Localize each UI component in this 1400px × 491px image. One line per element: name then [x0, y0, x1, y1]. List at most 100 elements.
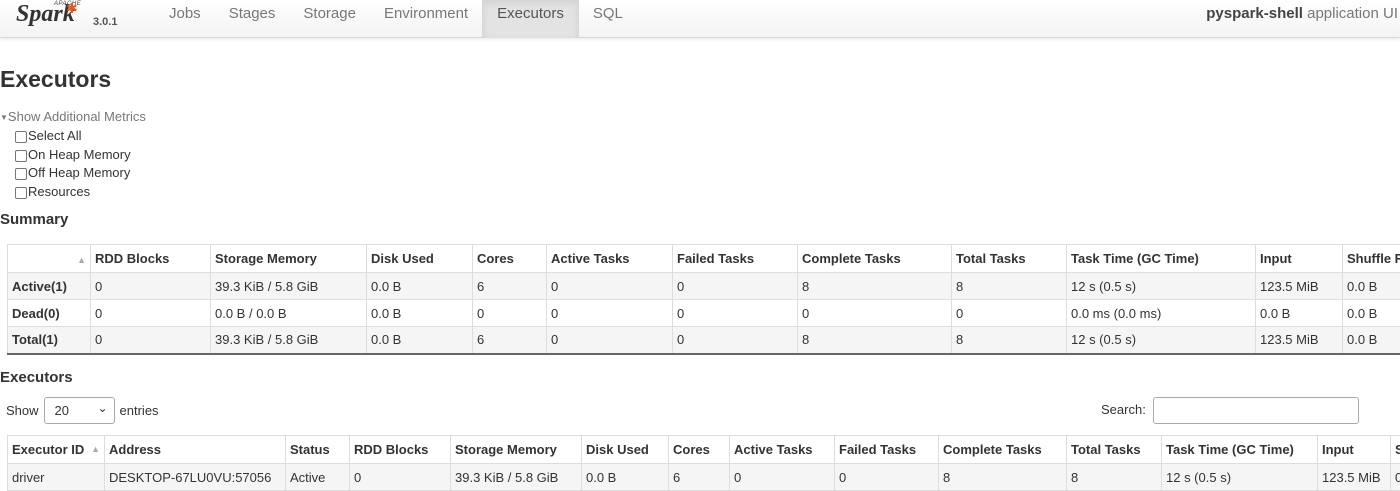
resources-checkbox[interactable]	[15, 187, 27, 199]
executors-section-title: Executors	[0, 369, 73, 386]
summary-header-disk-used[interactable]: Disk Used	[367, 245, 473, 273]
summary-header-label[interactable]: ▲	[8, 245, 91, 273]
table-cell: 8	[939, 464, 1067, 491]
table-cell: 12 s (0.5 s)	[1162, 464, 1318, 491]
executors-header-storage-memory[interactable]: Storage Memory	[451, 436, 582, 464]
search-input[interactable]	[1153, 397, 1359, 424]
table-cell: 0.0 B	[1343, 273, 1400, 300]
show-additional-metrics-toggle[interactable]: ▼Show Additional Metrics	[0, 109, 146, 124]
executors-header-executor-id[interactable]: ▲Executor ID	[8, 436, 105, 464]
off-heap-memory-option[interactable]: Off Heap Memory	[15, 165, 130, 180]
table-cell: Total(1)	[8, 327, 91, 354]
spark-version: 3.0.1	[93, 16, 117, 28]
on-heap-memory-option[interactable]: On Heap Memory	[15, 147, 131, 162]
table-cell: 0.0 B	[1256, 300, 1343, 327]
table-cell: 0.0 B	[1343, 327, 1400, 354]
table-cell: 0.0 B	[367, 300, 473, 327]
table-cell: 0	[952, 300, 1067, 327]
summary-header-complete-tasks[interactable]: Complete Tasks	[798, 245, 952, 273]
executors-header-input[interactable]: Input	[1318, 436, 1391, 464]
spark-logo[interactable]: Spark APACHE ✱ 3.0.1	[14, 0, 124, 36]
executors-header-failed-tasks[interactable]: Failed Tasks	[835, 436, 939, 464]
tab-sql[interactable]: SQL	[579, 0, 637, 38]
table-cell: 0	[547, 273, 673, 300]
summary-header-task-time[interactable]: Task Time (GC Time)	[1067, 245, 1256, 273]
table-cell: 6	[669, 464, 730, 491]
executors-header-task-time[interactable]: Task Time (GC Time)	[1162, 436, 1318, 464]
table-cell: Active(1)	[8, 273, 91, 300]
entries-per-page-select[interactable]: 20 ⌄	[44, 397, 115, 424]
table-cell: 12 s (0.5 s)	[1067, 327, 1256, 354]
summary-header-active-tasks[interactable]: Active Tasks	[547, 245, 673, 273]
tab-stages[interactable]: Stages	[215, 0, 290, 38]
table-cell: 0	[547, 300, 673, 327]
sort-asc-icon: ▲	[91, 444, 100, 454]
table-cell: 6	[473, 273, 547, 300]
table-cell: DESKTOP-67LU0VU:57056	[105, 464, 286, 491]
table-cell: 0	[91, 300, 211, 327]
tab-executors[interactable]: Executors	[482, 0, 579, 38]
summary-header-input[interactable]: Input	[1256, 245, 1343, 273]
table-cell: 12 s (0.5 s)	[1067, 273, 1256, 300]
tab-jobs[interactable]: Jobs	[155, 0, 215, 38]
chevron-down-icon: ⌄	[97, 401, 107, 415]
table-cell: 0.0 B	[367, 273, 473, 300]
table-cell: 0	[835, 464, 939, 491]
sort-asc-icon: ▲	[77, 255, 86, 265]
summary-table: ▲ RDD Blocks Storage Memory Disk Used Co…	[7, 244, 1400, 355]
table-cell: 0.0 B	[582, 464, 669, 491]
summary-header-cores[interactable]: Cores	[473, 245, 547, 273]
table-cell: 39.3 KiB / 5.8 GiB	[211, 327, 367, 354]
executors-header-cores[interactable]: Cores	[669, 436, 730, 464]
table-cell: 0	[350, 464, 451, 491]
table-cell: 123.5 MiB	[1318, 464, 1391, 491]
tab-environment[interactable]: Environment	[370, 0, 482, 38]
table-cell: 8	[952, 273, 1067, 300]
app-suffix: application UI	[1307, 5, 1398, 22]
executors-header-complete-tasks[interactable]: Complete Tasks	[939, 436, 1067, 464]
select-all-checkbox[interactable]	[15, 131, 27, 143]
summary-header-rdd-blocks[interactable]: RDD Blocks	[91, 245, 211, 273]
table-cell: 0.0 B	[367, 327, 473, 354]
executors-table: ▲Executor ID Address Status RDD Blocks S…	[7, 435, 1400, 491]
table-cell: 0	[547, 327, 673, 354]
table-cell: 0	[730, 464, 835, 491]
select-all-option[interactable]: Select All	[15, 128, 81, 143]
tab-storage[interactable]: Storage	[289, 0, 370, 38]
executors-header-active-tasks[interactable]: Active Tasks	[730, 436, 835, 464]
table-cell: Active	[286, 464, 350, 491]
summary-row-total: Total(1) 0 39.3 KiB / 5.8 GiB 0.0 B 6 0 …	[8, 327, 1400, 354]
executors-header-disk-used[interactable]: Disk Used	[582, 436, 669, 464]
table-cell: 39.3 KiB / 5.8 GiB	[211, 273, 367, 300]
table-cell: 0	[798, 300, 952, 327]
executors-header-total-tasks[interactable]: Total Tasks	[1067, 436, 1162, 464]
summary-header-storage-memory[interactable]: Storage Memory	[211, 245, 367, 273]
resources-label: Resources	[28, 184, 90, 199]
resources-option[interactable]: Resources	[15, 184, 90, 199]
table-cell: 0	[673, 300, 798, 327]
executors-header-status[interactable]: Status	[286, 436, 350, 464]
executors-header-rdd-blocks[interactable]: RDD Blocks	[350, 436, 451, 464]
table-cell: Dead(0)	[8, 300, 91, 327]
table-cell: 6	[473, 327, 547, 354]
executors-header-shuffle[interactable]: S	[1391, 436, 1400, 464]
table-cell: 8	[952, 327, 1067, 354]
table-cell: 0	[91, 327, 211, 354]
summary-header-total-tasks[interactable]: Total Tasks	[952, 245, 1067, 273]
on-heap-memory-checkbox[interactable]	[15, 150, 27, 162]
summary-header-shuffle-read[interactable]: Shuffle R	[1343, 245, 1400, 273]
search-label: Search:	[1101, 402, 1146, 417]
off-heap-memory-checkbox[interactable]	[15, 168, 27, 180]
table-cell: 123.5 MiB	[1256, 273, 1343, 300]
table-cell: 39.3 KiB / 5.8 GiB	[451, 464, 582, 491]
summary-title: Summary	[0, 211, 68, 228]
executors-header-address[interactable]: Address	[105, 436, 286, 464]
summary-header-row: ▲ RDD Blocks Storage Memory Disk Used Co…	[8, 245, 1400, 273]
summary-row-dead: Dead(0) 0 0.0 B / 0.0 B 0.0 B 0 0 0 0 0 …	[8, 300, 1400, 327]
spark-star-icon: ✱	[66, 0, 78, 17]
summary-header-failed-tasks[interactable]: Failed Tasks	[673, 245, 798, 273]
table-row: driver DESKTOP-67LU0VU:57056 Active 0 39…	[8, 464, 1400, 491]
nav-tabs: Jobs Stages Storage Environment Executor…	[155, 0, 637, 38]
app-title: pyspark-shell application UI	[1206, 5, 1398, 22]
page-title: Executors	[0, 66, 111, 93]
